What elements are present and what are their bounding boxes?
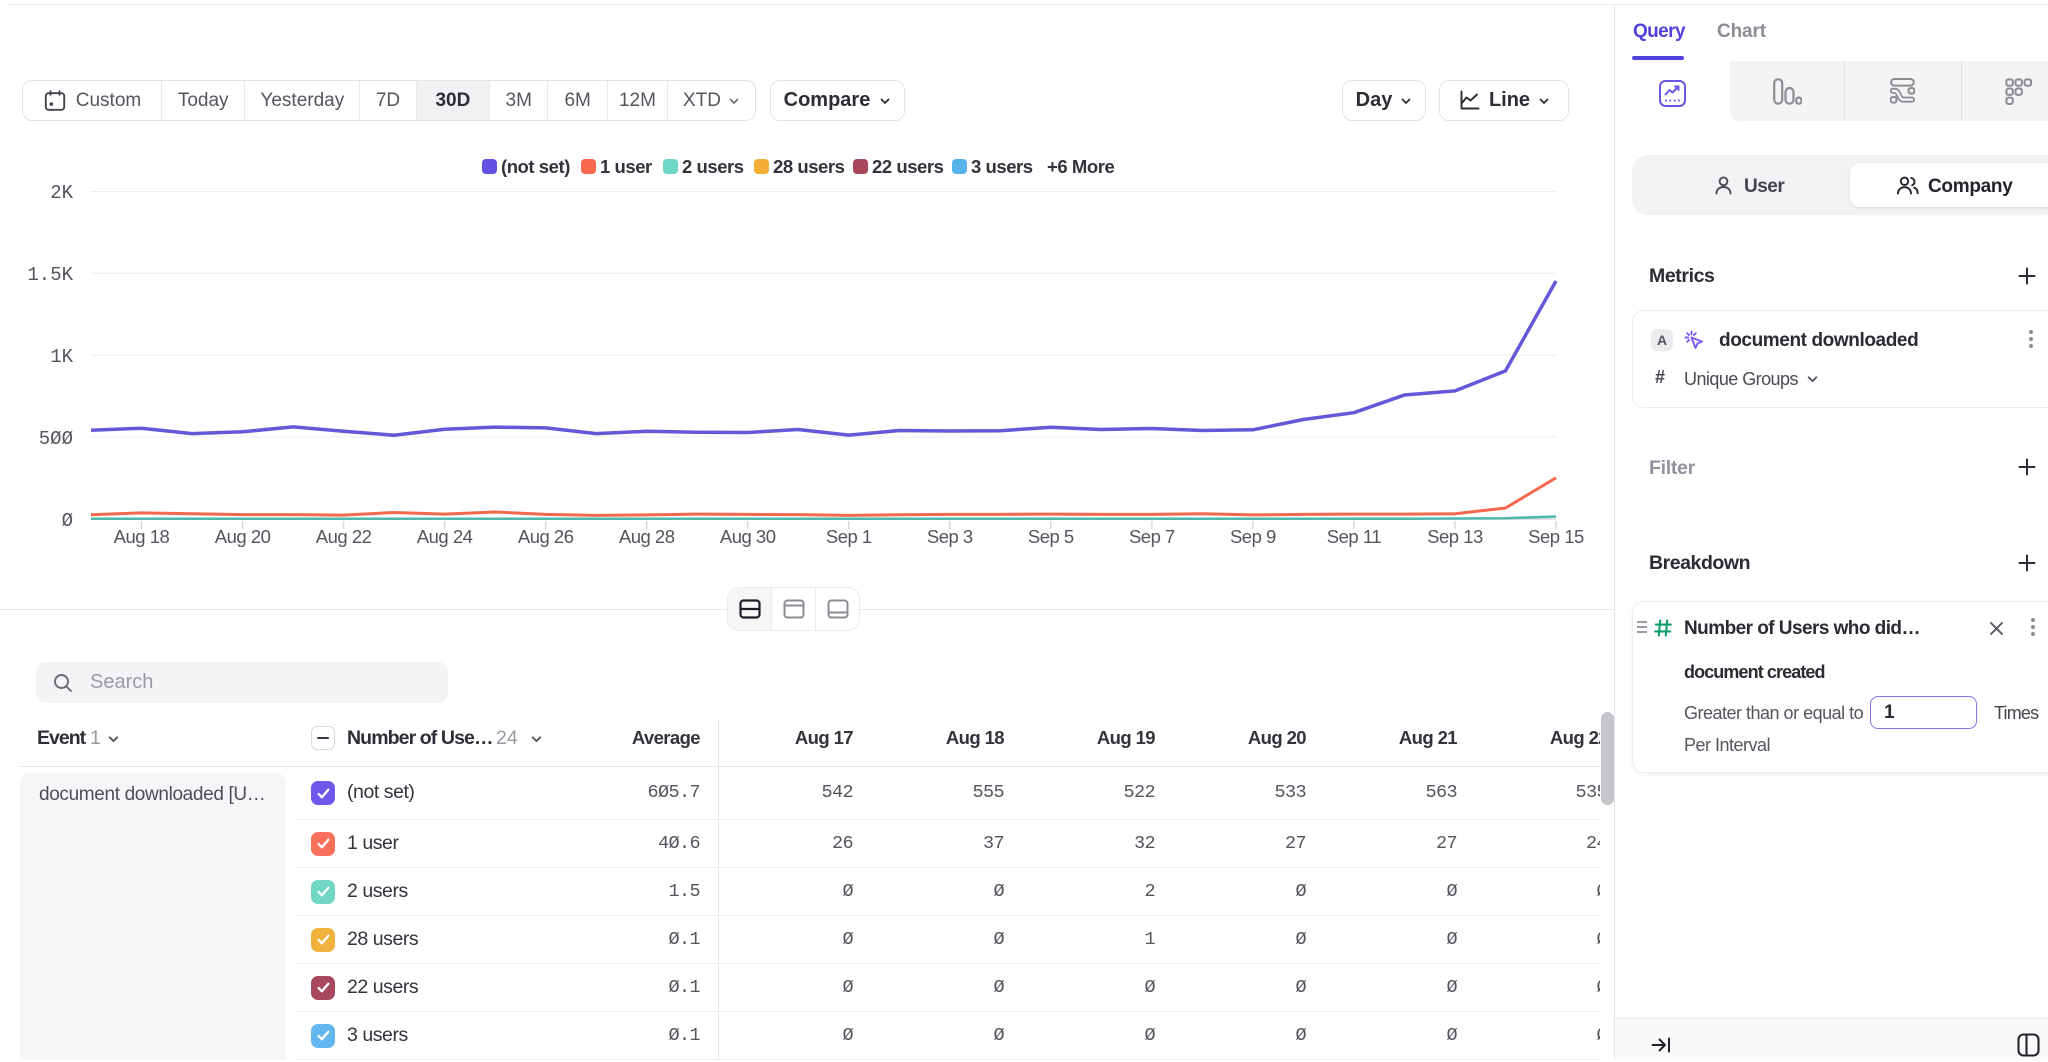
svg-text:1.5K: 1.5K [27, 264, 73, 286]
svg-text:Sep 1: Sep 1 [826, 526, 872, 547]
svg-text:Sep 3: Sep 3 [927, 526, 973, 547]
svg-text:Aug 30: Aug 30 [720, 526, 776, 547]
svg-text:Aug 20: Aug 20 [215, 526, 271, 547]
svg-text:Aug 24: Aug 24 [417, 526, 473, 547]
svg-text:Sep 11: Sep 11 [1327, 526, 1381, 547]
svg-text:Aug 28: Aug 28 [619, 526, 675, 547]
svg-text:5ØØ: 5ØØ [39, 428, 73, 450]
svg-text:Sep 13: Sep 13 [1427, 526, 1483, 547]
svg-text:Aug 22: Aug 22 [316, 526, 372, 547]
svg-text:Sep 9: Sep 9 [1230, 526, 1276, 547]
svg-text:Aug 18: Aug 18 [114, 526, 170, 547]
svg-text:Sep 15: Sep 15 [1528, 526, 1584, 547]
svg-text:Sep 7: Sep 7 [1129, 526, 1175, 547]
svg-text:2K: 2K [50, 182, 73, 204]
svg-text:Aug 26: Aug 26 [518, 526, 574, 547]
svg-text:Ø: Ø [62, 510, 73, 532]
svg-text:Sep 5: Sep 5 [1028, 526, 1074, 547]
svg-text:1K: 1K [50, 346, 73, 368]
